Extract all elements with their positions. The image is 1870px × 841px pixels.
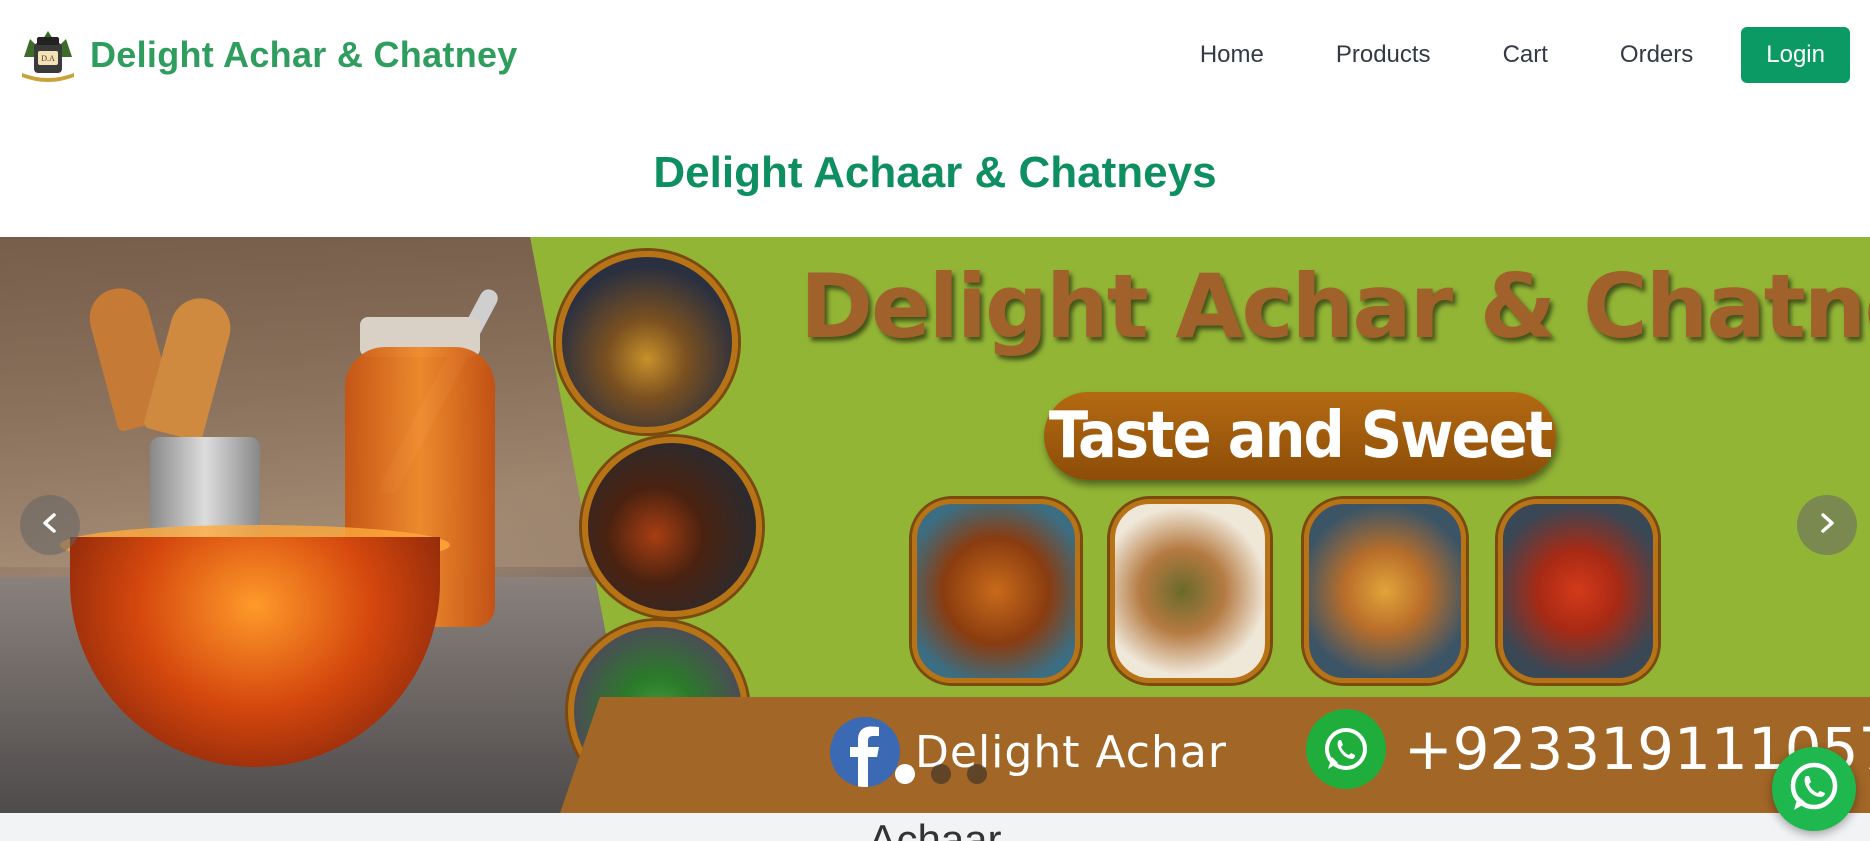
food-photo-2 [1110, 499, 1270, 683]
products-section: Achaar [0, 813, 1870, 841]
whatsapp-icon [1785, 758, 1843, 821]
banner-heading: Delight Achar & Chatneys [800, 255, 1870, 358]
carousel-indicator-2[interactable] [931, 764, 951, 784]
section-heading: Achaar [868, 816, 1002, 841]
login-button[interactable]: Login [1741, 27, 1850, 83]
carousel-indicator-1[interactable] [895, 764, 915, 784]
whatsapp-icon [1306, 709, 1386, 789]
chevron-right-icon [1816, 512, 1838, 539]
whatsapp-float-button[interactable] [1772, 747, 1856, 831]
banner-photo [0, 237, 640, 813]
food-photo-4 [1498, 499, 1658, 683]
food-photo-1 [912, 499, 1080, 683]
chevron-left-icon [39, 512, 61, 539]
nav-cart[interactable]: Cart [1503, 41, 1548, 69]
food-circle-2 [582, 437, 762, 617]
carousel-indicators [895, 764, 987, 784]
nav-home[interactable]: Home [1200, 41, 1264, 69]
logo-text: D.A [41, 54, 55, 63]
banner-tagline: Taste and Sweet [1044, 392, 1556, 480]
carousel-indicator-3[interactable] [967, 764, 987, 784]
navbar: D.A Delight Achar & Chatney Home Product… [0, 0, 1870, 110]
page-title: Delight Achaar & Chatneys [653, 148, 1217, 197]
food-circle-1 [556, 251, 738, 433]
brand-logo[interactable]: D.A [20, 27, 76, 83]
hero-carousel: Delight Achar & Chatneys Taste and Sweet… [0, 237, 1870, 813]
nav-links: Home Products Cart Orders Login [1128, 27, 1850, 83]
facebook-icon [830, 717, 900, 787]
carousel-prev-button[interactable] [20, 495, 80, 555]
brand-name[interactable]: Delight Achar & Chatney [90, 34, 518, 76]
brand[interactable]: D.A Delight Achar & Chatney [20, 27, 518, 83]
carousel-next-button[interactable] [1797, 495, 1857, 555]
nav-orders[interactable]: Orders [1620, 41, 1693, 69]
food-photo-3 [1304, 499, 1466, 683]
nav-products[interactable]: Products [1336, 41, 1431, 69]
